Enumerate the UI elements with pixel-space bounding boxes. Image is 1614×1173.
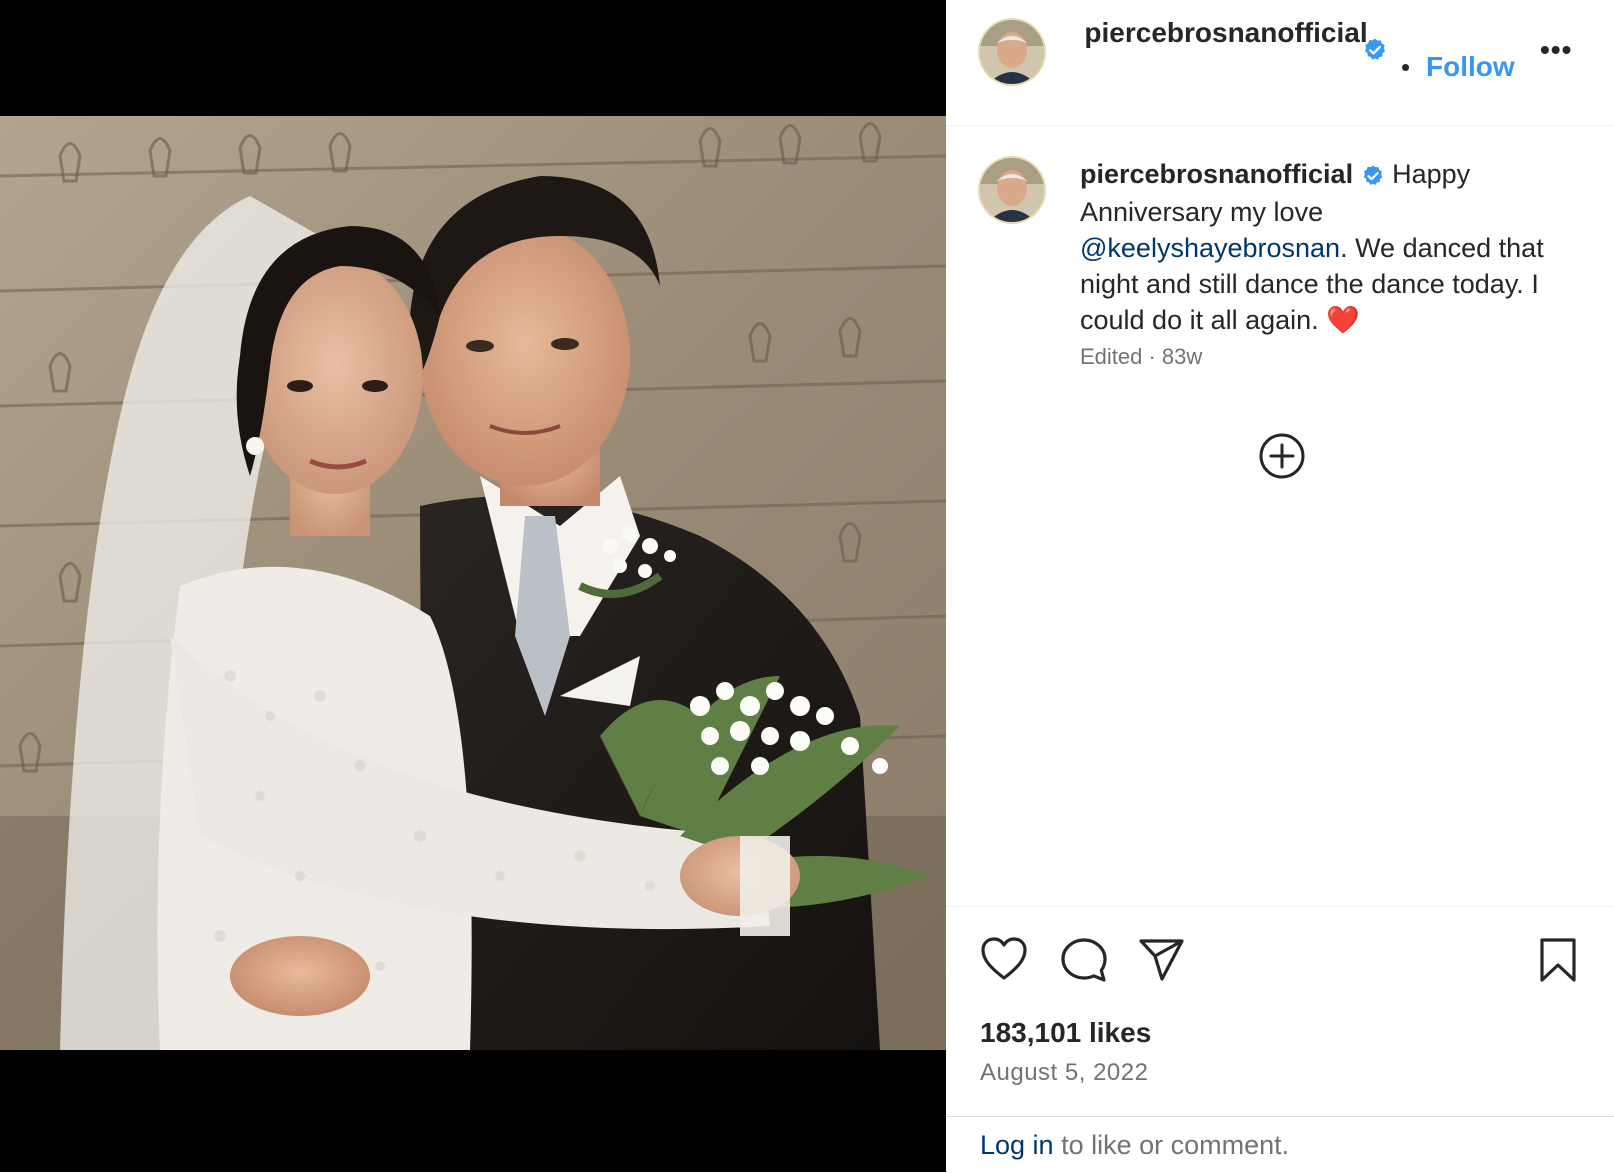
more-options-icon[interactable]: ••• — [1540, 36, 1572, 64]
share-icon[interactable] — [1138, 937, 1186, 988]
caption-username[interactable]: piercebrosnanofficial — [1080, 159, 1353, 189]
caption-meta: Edited · 83w — [1080, 344, 1203, 369]
likes-count[interactable]: 183,101 likes — [980, 1017, 1151, 1049]
add-circle-icon[interactable] — [1258, 432, 1306, 485]
login-prompt-rest: to like or comment. — [1053, 1130, 1290, 1160]
verified-badge-icon — [1361, 158, 1385, 194]
login-link[interactable]: Log in — [980, 1130, 1054, 1160]
heart-icon[interactable] — [980, 937, 1028, 986]
bookmark-icon[interactable] — [1538, 937, 1578, 988]
post-photo[interactable] — [0, 116, 946, 1050]
avatar[interactable] — [980, 20, 1044, 84]
login-bar: Log in to like or comment. — [946, 1116, 1614, 1173]
caption-avatar[interactable] — [980, 158, 1044, 222]
comment-icon[interactable] — [1060, 937, 1108, 988]
post-actions: 183,101 likes August 5, 2022 — [946, 906, 1614, 1117]
separator-dot: • — [1401, 52, 1411, 82]
post-header: piercebrosnanofficial • Follow ••• — [946, 0, 1614, 126]
login-prompt: Log in to like or comment. — [980, 1130, 1289, 1161]
post-side-panel: piercebrosnanofficial • Follow ••• pierc… — [946, 0, 1614, 1172]
post-date[interactable]: August 5, 2022 — [980, 1059, 1148, 1087]
post-media — [0, 0, 946, 1172]
verified-badge-icon — [1362, 37, 1388, 68]
follow-button[interactable]: Follow — [1426, 50, 1515, 84]
mention-link[interactable]: @keelyshayebrosnan — [1080, 233, 1340, 263]
caption-text: piercebrosnanofficial Happy Anniversary … — [1080, 156, 1550, 338]
header-username[interactable]: piercebrosnanofficial — [1076, 16, 1376, 50]
